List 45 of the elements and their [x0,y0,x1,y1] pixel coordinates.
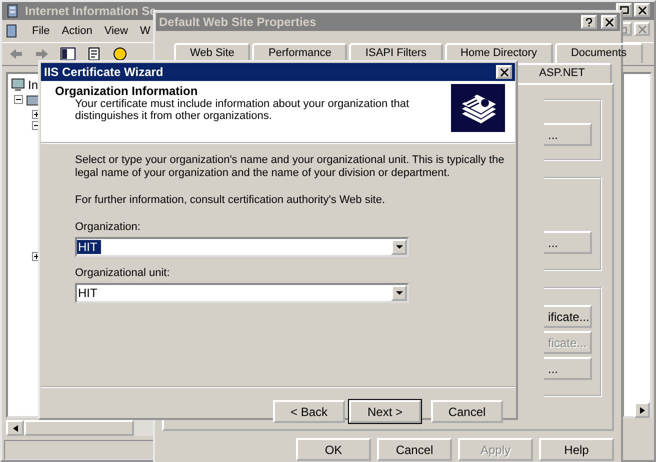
panel-icon[interactable] [60,46,76,62]
button[interactable]: ... [544,123,592,146]
menu-item[interactable]: Action [62,25,92,37]
instruction-text: Select or type your organization's name and your organizational unit. This is typically the legal name of your organization and the name of your division or department. [75,154,506,180]
properties-icon[interactable] [86,46,102,62]
combo-box[interactable]: HIT [75,237,409,257]
page-heading: Organization Information [55,84,199,98]
button[interactable]: ... [544,357,592,380]
forward-arrow-icon[interactable] [34,46,50,62]
tree-item[interactable]: In [28,78,38,92]
close-button[interactable] [601,15,617,29]
computer-icon[interactable] [10,76,26,92]
dialog-title: IIS Certificate Wizard [44,65,164,79]
menu-item[interactable]: File [32,25,50,37]
combo-box[interactable]: HIT [75,283,409,303]
dialog-title: Default Web Site Properties [159,15,316,29]
close-button[interactable] [496,65,512,79]
maximize-icon [620,6,628,14]
instruction-text: For further information, consult certification authority's Web site. [75,194,386,207]
button[interactable]: ... [544,231,592,254]
button[interactable]: Cancel [377,438,452,461]
menu-item[interactable]: W [140,25,150,37]
close-icon [638,24,646,34]
button[interactable]: Help [539,438,614,461]
scrollbar[interactable] [6,420,154,436]
question-mark-icon [585,18,593,26]
close-button[interactable] [634,3,650,17]
help-button[interactable] [581,15,597,29]
button[interactable]: OK [296,438,371,461]
button[interactable]: ificate... [544,305,592,328]
button[interactable]: Cancel [431,400,503,423]
button[interactable]: Next > [349,400,421,423]
field-label: Organization: [75,221,142,233]
menu-item[interactable]: View [104,25,128,37]
page-description: Your certificate must include information about your organization that distinguishes it from other organizations. [74,98,410,122]
certificate-stack-icon [451,84,505,132]
field-label: Organizational unit: [75,267,171,279]
button[interactable]: < Back [273,400,345,423]
close-icon [500,68,508,76]
collapse-icon[interactable] [14,95,23,104]
close-icon [638,6,646,14]
close-icon [604,18,614,26]
right-arrow-icon [640,406,644,414]
tab[interactable]: Documents [554,43,643,63]
left-arrow-icon [12,424,18,432]
